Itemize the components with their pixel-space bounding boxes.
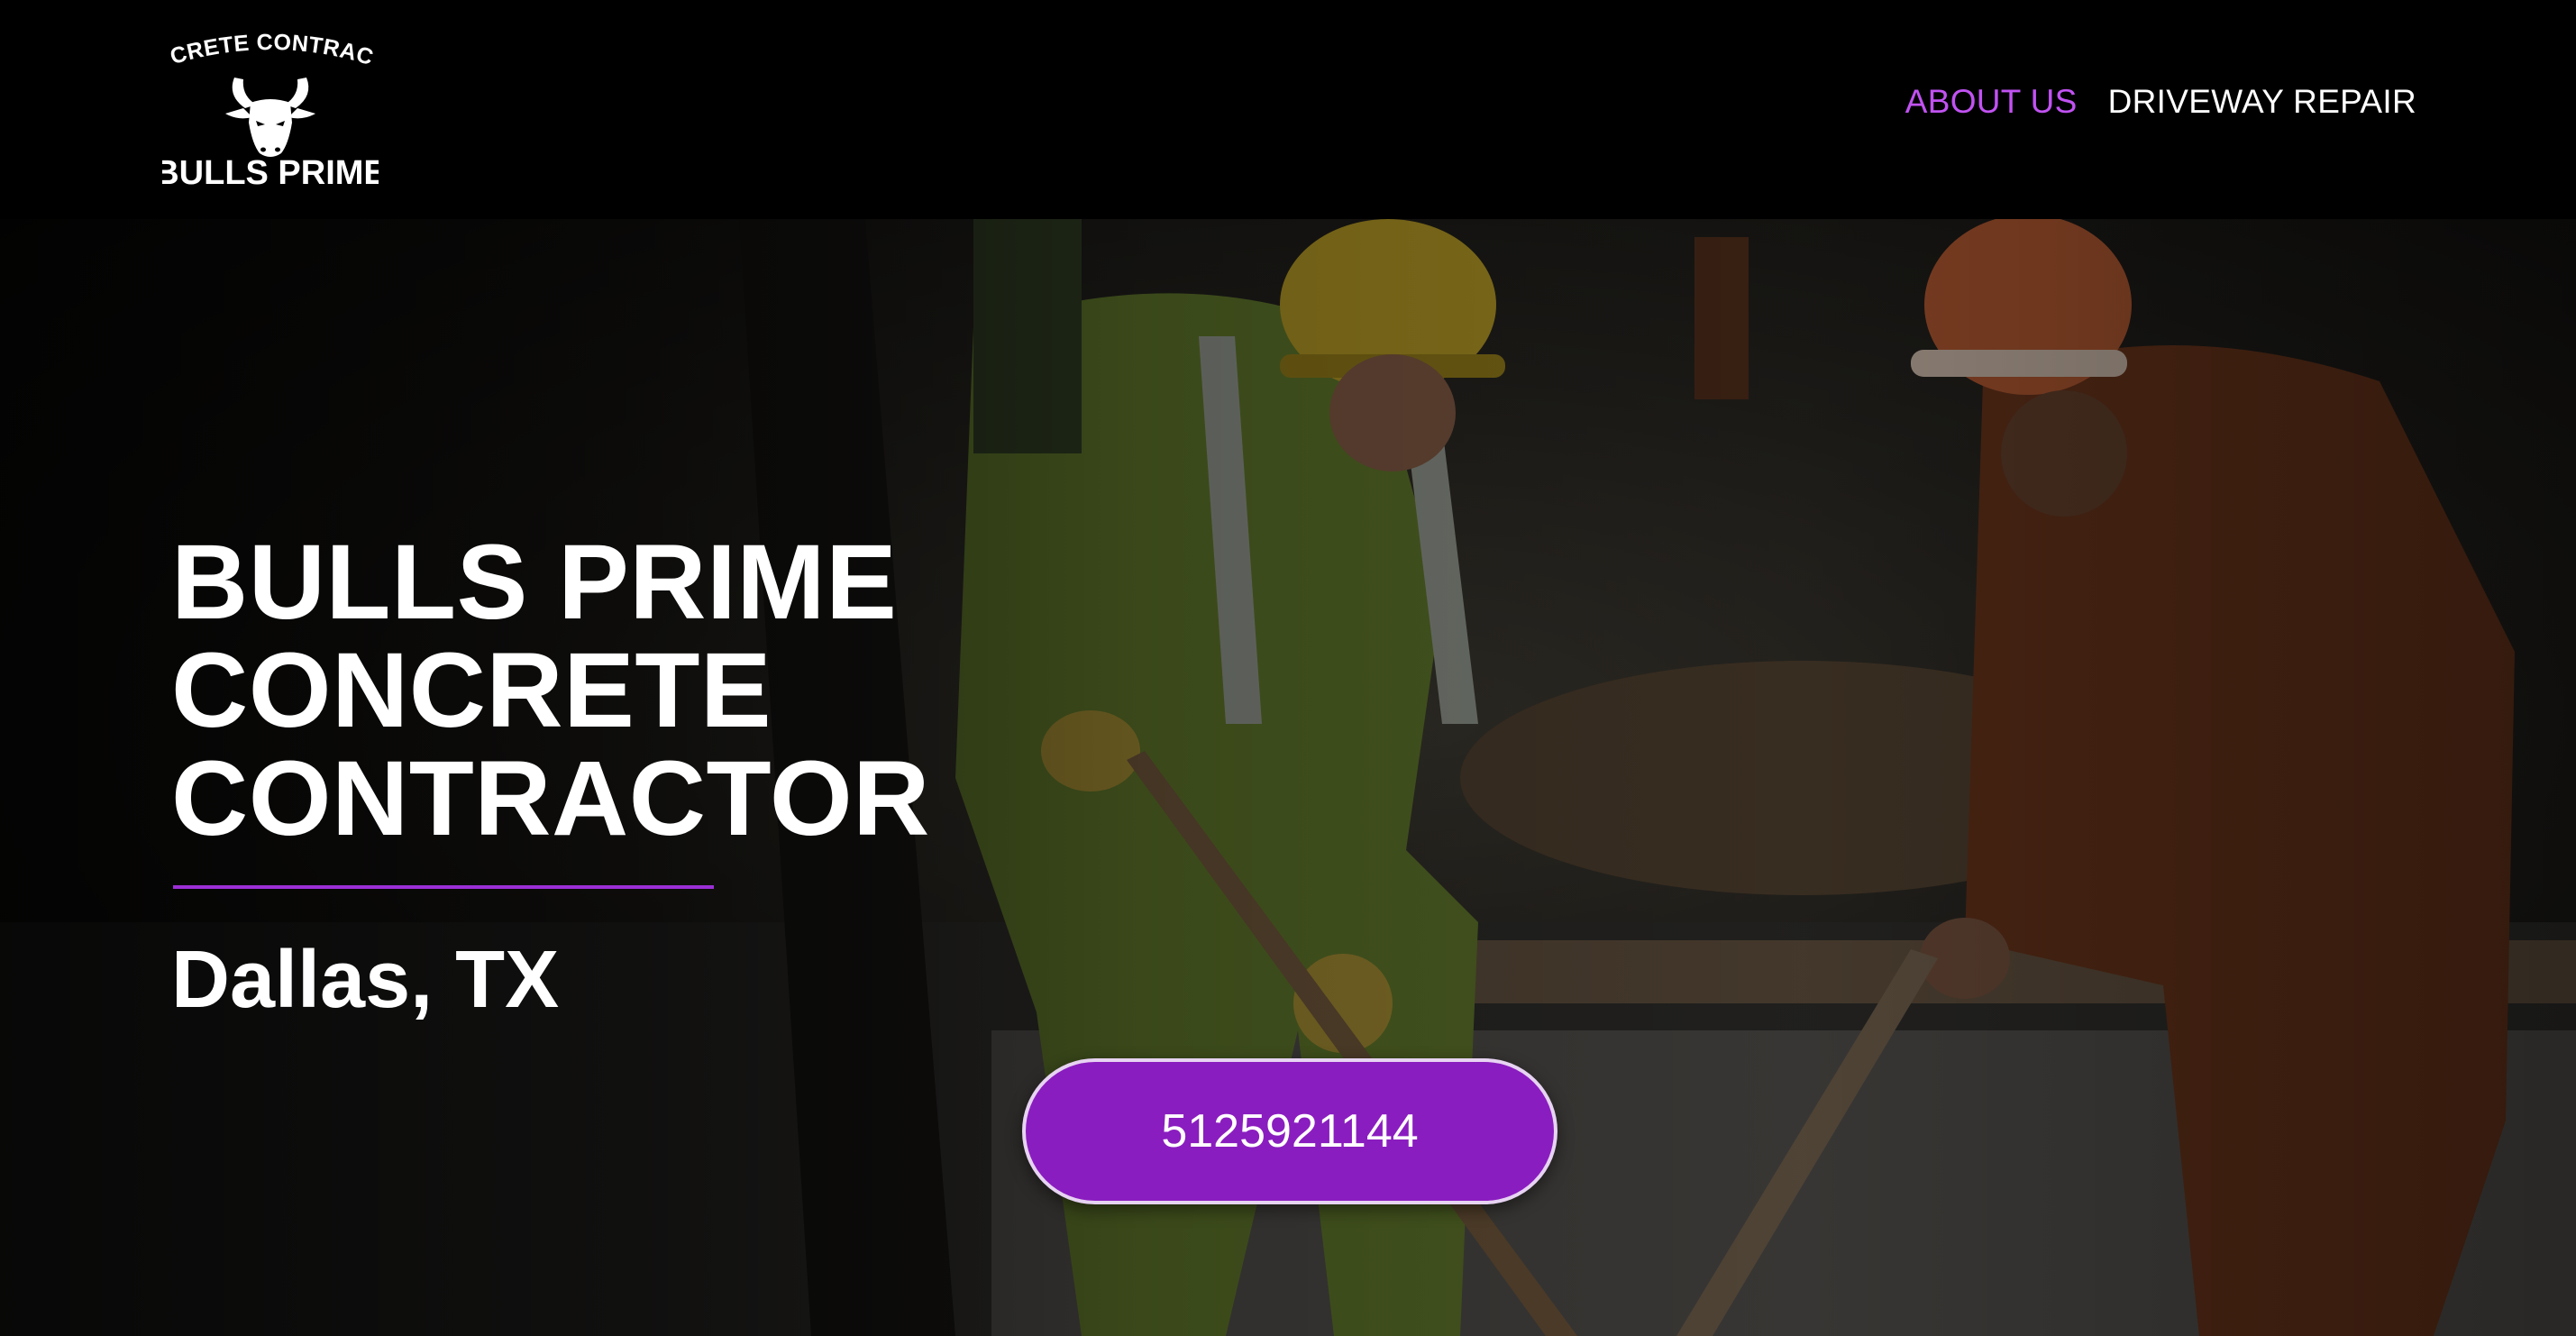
svg-text:CONCRETE CONTRACTOR: CONCRETE CONTRACTOR [162, 32, 377, 70]
phone-call-button[interactable]: 5125921144 [1022, 1058, 1557, 1204]
hero-title-line: BULLS PRIME [171, 523, 898, 642]
hero-title-line: CONCRETE [171, 631, 772, 750]
bull-head-icon: CONCRETE CONTRACTOR BULLS PRIME [162, 32, 379, 186]
nav-link-driveway-repair[interactable]: DRIVEWAY REPAIR [2108, 83, 2416, 121]
svg-text:BULLS PRIME: BULLS PRIME [162, 154, 379, 186]
brand-logo[interactable]: CONCRETE CONTRACTOR BULLS PRIME [162, 32, 379, 186]
hero-location: Dallas, TX [171, 935, 560, 1025]
title-divider [173, 885, 714, 889]
main-nav: ABOUT US DRIVEWAY REPAIR [1905, 83, 2416, 121]
hero-title-line: CONTRACTOR [171, 739, 930, 858]
site-header: CONCRETE CONTRACTOR BULLS PRIME ABOUT US… [0, 0, 2576, 219]
nav-link-about-us[interactable]: ABOUT US [1905, 83, 2078, 121]
hero-title: BULLS PRIME CONCRETE CONTRACTOR [171, 528, 1073, 853]
